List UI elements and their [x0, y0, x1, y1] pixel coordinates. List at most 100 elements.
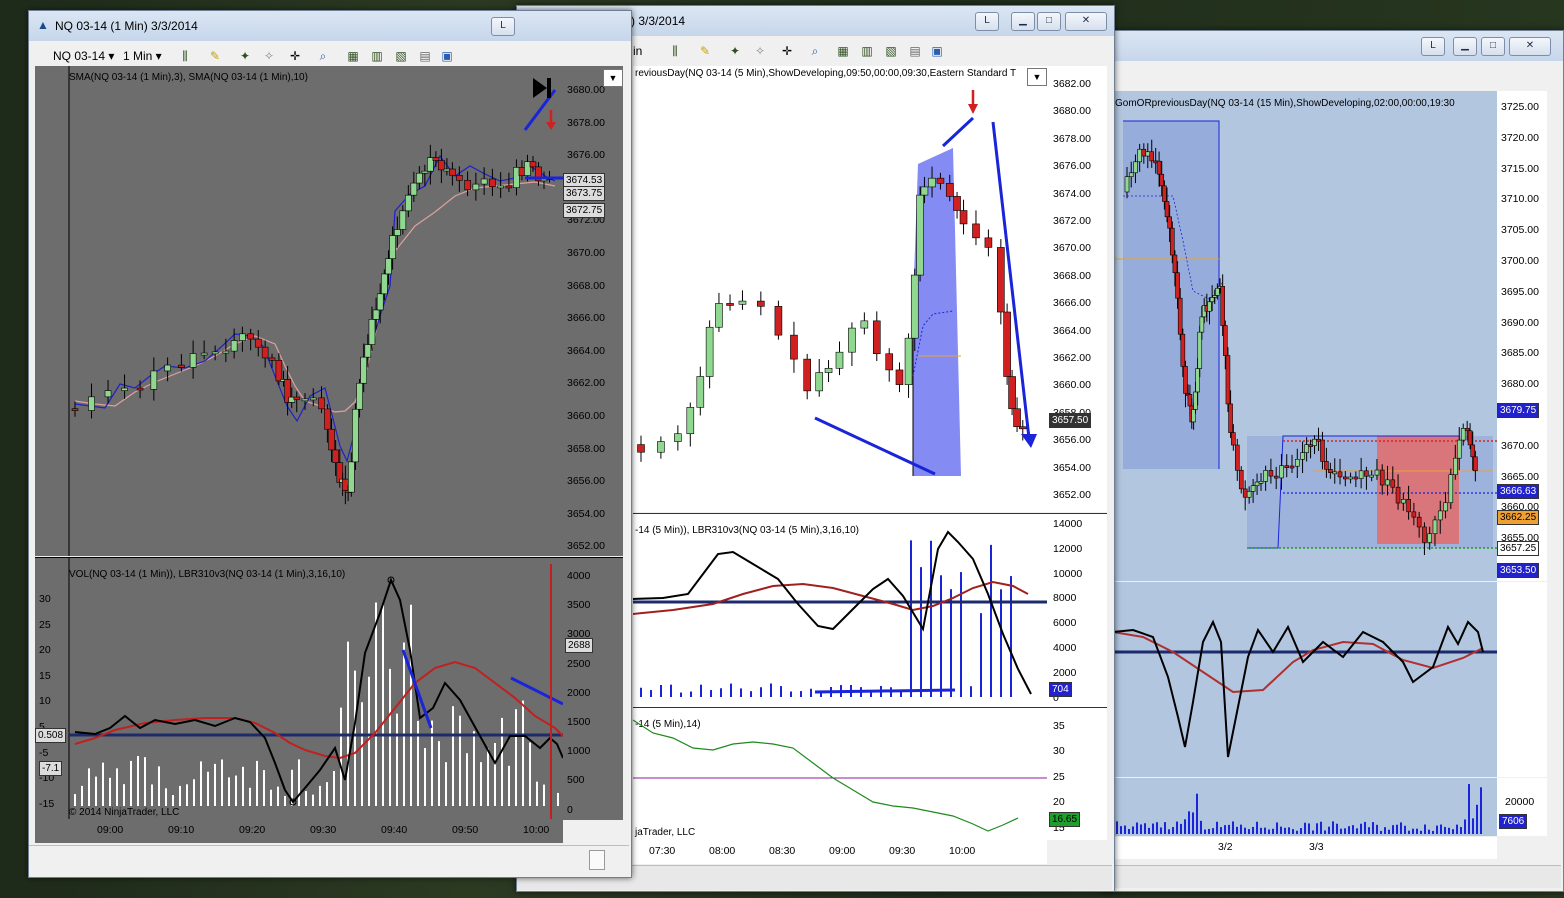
maximize-button[interactable]: □: [1481, 37, 1505, 56]
candle-body: [1374, 469, 1380, 476]
data-box-icon[interactable]: ▦: [345, 48, 361, 64]
instrument-selector[interactable]: NQ 03-14 ▾: [53, 49, 114, 63]
candle-body: [247, 333, 254, 340]
panel-menu-dropdown[interactable]: ▼: [603, 69, 623, 87]
candle-body: [421, 170, 429, 174]
axis-tick: -15: [39, 797, 55, 810]
close-button[interactable]: ✕: [1509, 37, 1551, 56]
candle-body: [328, 428, 335, 451]
candle-body: [657, 441, 665, 453]
axis-tick: 3652.00: [1053, 489, 1091, 501]
panel-menu-dropdown[interactable]: ▼: [1027, 68, 1047, 86]
scroll-thumb[interactable]: [589, 850, 605, 870]
indicator-panel[interactable]: VOL(NQ 03-14 (1 Min)), LBR310v3(NQ 03-14…: [35, 557, 563, 820]
candle-body: [1003, 311, 1011, 377]
price-axis: 3680.003678.003676.003674.003672.003670.…: [563, 66, 623, 556]
candle-body: [1183, 366, 1188, 394]
oscillator-panel[interactable]: [1113, 582, 1497, 777]
candle-body: [1353, 476, 1359, 480]
interval-selector[interactable]: in: [633, 44, 642, 58]
minimize-button[interactable]: ▁: [1011, 12, 1035, 31]
price-panel[interactable]: SMA(NQ 03-14 (1 Min),3), SMA(NQ 03-14 (1…: [35, 66, 563, 556]
candle-body: [1395, 486, 1401, 504]
chart-style-icon[interactable]: ⫼: [177, 48, 193, 64]
zoom-icon[interactable]: ⌕: [315, 48, 331, 64]
indicators-icon[interactable]: ▥: [369, 48, 385, 64]
price-panel[interactable]: reviousDay(NQ 03-14 (5 Min),ShowDevelopi…: [633, 66, 1047, 512]
crosshair-icon[interactable]: ✛: [779, 43, 795, 59]
adx-panel[interactable]: -14 (5 Min),14) jaTrader, LLC: [633, 707, 1047, 840]
time-tick: 09:30: [310, 824, 337, 836]
candle-body: [904, 337, 913, 385]
candle-body: [1364, 470, 1369, 477]
interval-selector[interactable]: 1 Min ▾: [123, 49, 162, 63]
minimize-button[interactable]: ▁: [1453, 37, 1477, 56]
candle-body: [885, 353, 894, 371]
time-axis: 3/2 3/3: [1113, 837, 1497, 859]
indicators-icon[interactable]: ▥: [859, 43, 875, 59]
candle-body: [1199, 316, 1205, 333]
crosshair-icon[interactable]: ✛: [287, 48, 303, 64]
data-box-icon[interactable]: ▦: [835, 43, 851, 59]
candle-body: [1231, 432, 1236, 446]
axis-tick: 30: [39, 593, 51, 605]
drawing-tool-icon[interactable]: ✎: [697, 43, 713, 59]
snapshot-icon[interactable]: ▣: [929, 43, 945, 59]
properties-icon[interactable]: ▤: [907, 43, 923, 59]
candle-body: [480, 178, 488, 185]
drawing-tool-icon[interactable]: ✎: [207, 48, 223, 64]
candle-body: [348, 461, 355, 493]
axis-tick: 3700.00: [1501, 255, 1539, 267]
candle-body: [1238, 469, 1244, 490]
candle-body: [726, 303, 734, 306]
candle-body: [318, 397, 325, 410]
axis-tick: 3666.00: [1053, 297, 1091, 310]
axis-tick: 3656.00: [567, 475, 605, 488]
candle-body: [1467, 430, 1473, 446]
candle-body: [1197, 331, 1203, 369]
time-tick: 08:00: [709, 845, 736, 857]
interval-value: 1 Min: [123, 49, 153, 63]
zoom-icon[interactable]: ⌕: [807, 43, 823, 59]
candle-body: [1416, 516, 1422, 528]
link-button[interactable]: L: [1421, 37, 1445, 56]
candle-body: [1159, 173, 1165, 187]
horizontal-scrollbar[interactable]: [1101, 865, 1561, 888]
price-panel[interactable]: GomORpreviousDay(NQ 03-14 (15 Min),ShowD…: [1113, 91, 1497, 581]
link-button[interactable]: L: [491, 17, 515, 36]
eraser-icon[interactable]: ✧: [752, 43, 768, 59]
axis-tick: 500: [567, 774, 585, 787]
strategies-icon[interactable]: ▧: [883, 43, 899, 59]
eraser-icon[interactable]: ✧: [261, 48, 277, 64]
strategies-icon[interactable]: ▧: [393, 48, 409, 64]
marker-icon[interactable]: ✦: [727, 43, 743, 59]
price-axis: 3682.00 3680.00 3678.00 3676.00 3674.00 3672.…: [1047, 66, 1107, 512]
properties-icon[interactable]: ▤: [417, 48, 433, 64]
axis-tick: 3676.00: [567, 149, 605, 162]
volume-panel[interactable]: [1113, 778, 1497, 836]
candle-body: [1379, 469, 1385, 486]
instrument-value: NQ 03-14: [53, 49, 106, 63]
candle-body: [497, 185, 504, 189]
horizontal-scrollbar[interactable]: [29, 845, 629, 874]
candle-body: [505, 185, 513, 189]
oscillator-flag: -7.1: [39, 761, 63, 776]
candle-body: [1162, 185, 1167, 202]
axis-tick: 3680.00: [1501, 378, 1539, 391]
candle-body: [1324, 461, 1329, 470]
close-button[interactable]: ✕: [1065, 12, 1107, 31]
candle-body: [524, 161, 531, 176]
link-button[interactable]: L: [975, 12, 999, 31]
oscillator-axis: 14000 12000 10000 8000 6000 4000 2000 0 704: [1047, 513, 1107, 707]
oscillator-panel[interactable]: -14 (5 Min)), LBR310v3(NQ 03-14 (5 Min),…: [633, 513, 1047, 707]
candle-body: [1268, 470, 1274, 477]
candle-body: [1348, 476, 1353, 480]
marker-icon[interactable]: ✦: [237, 48, 253, 64]
axis-tick: 20: [39, 644, 51, 657]
candle-body: [1390, 479, 1396, 488]
chart-style-icon[interactable]: ⫼: [667, 43, 683, 59]
candle-body: [1369, 474, 1374, 478]
axis-tick: 3690.00: [1501, 316, 1539, 329]
maximize-button[interactable]: □: [1037, 12, 1061, 31]
snapshot-icon[interactable]: ▣: [439, 48, 455, 64]
